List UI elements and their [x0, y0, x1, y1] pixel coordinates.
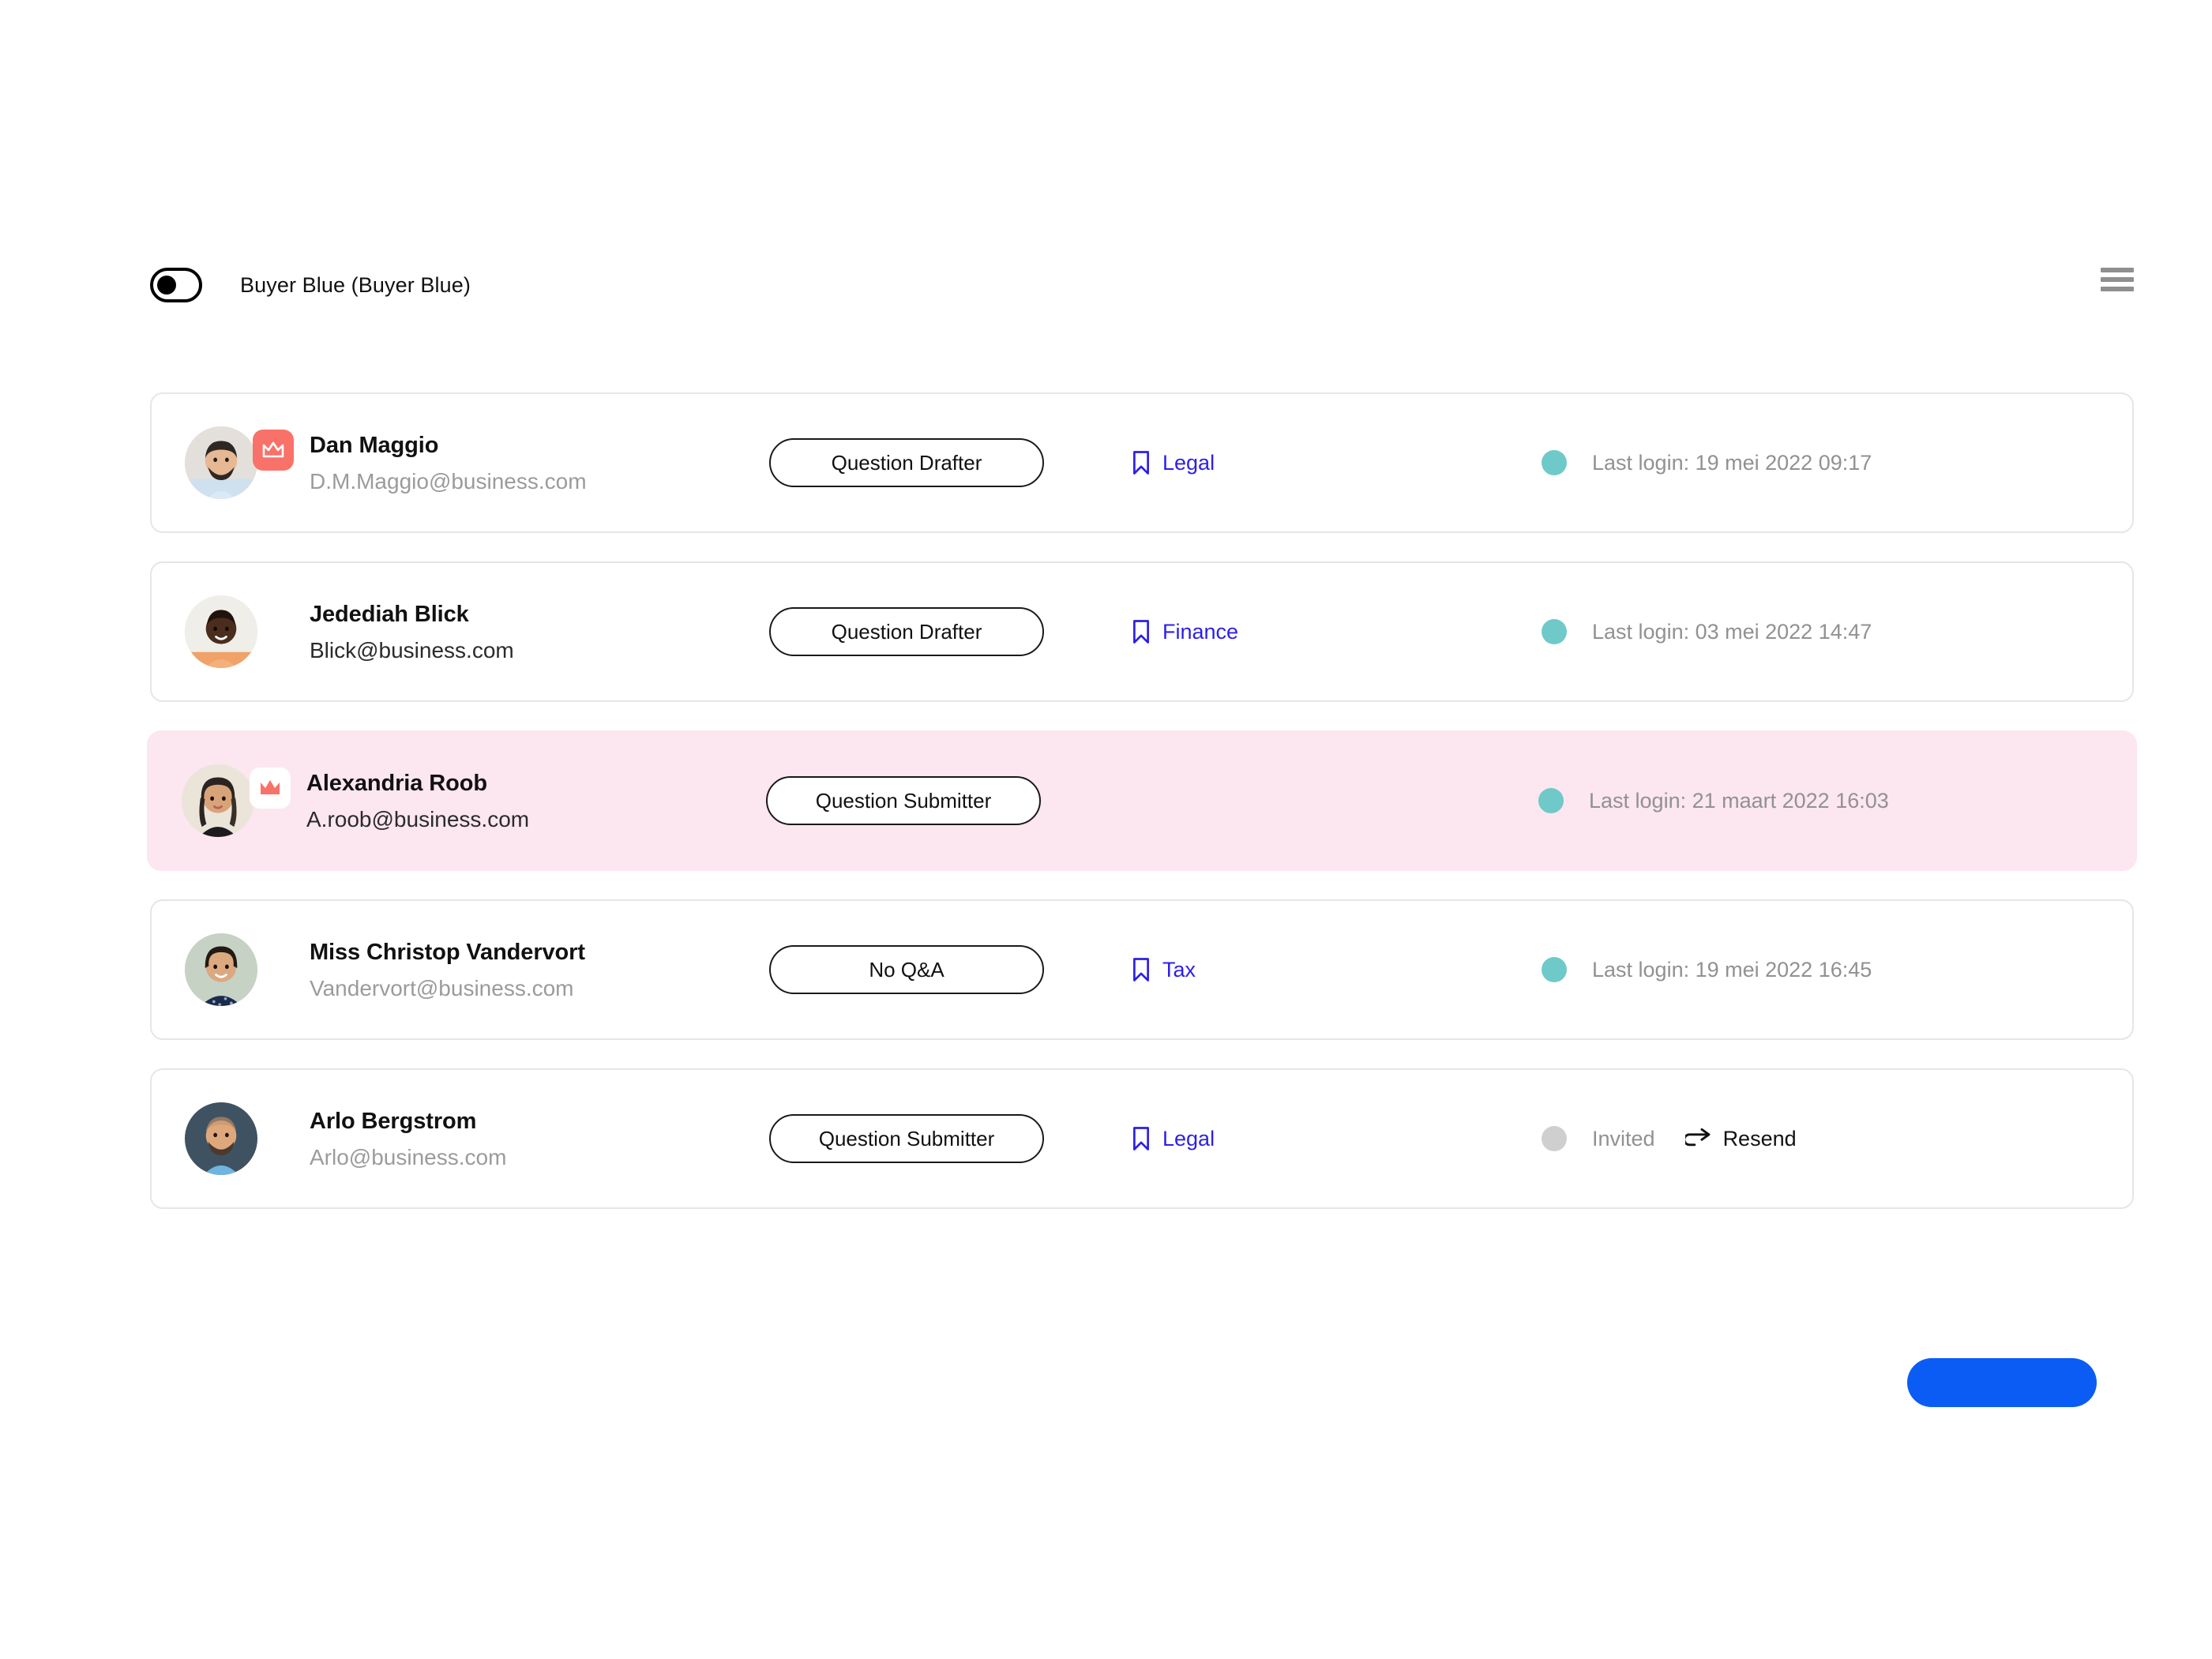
resend-button[interactable]: Resend — [1684, 1126, 1797, 1151]
toggle-knob — [157, 276, 176, 295]
status-text: Last login: 19 mei 2022 16:45 — [1592, 957, 1872, 982]
hamburger-bar — [2101, 287, 2134, 291]
user-email: Vandervort@business.com — [310, 975, 574, 1000]
user-name: Arlo Bergstrom — [310, 1108, 477, 1134]
avatar-wrapper — [185, 595, 257, 668]
status-dot — [1542, 957, 1567, 982]
status-column: Last login: 19 mei 2022 16:45 — [1527, 957, 2099, 982]
user-row[interactable]: Miss Christop Vandervort Vandervort@busin… — [150, 899, 2134, 1040]
user-name-block: Arlo Bergstrom Arlo@business.com — [310, 1107, 506, 1171]
role-pill-button[interactable]: Question Submitter — [766, 776, 1041, 825]
bookmark-icon — [1131, 619, 1151, 644]
status-column: Last login: 21 maart 2022 16:03 — [1524, 788, 2102, 813]
avatar — [185, 426, 257, 499]
role-column: Question Drafter — [769, 607, 1101, 656]
status-dot — [1542, 450, 1567, 475]
user-management-page: Buyer Blue (Buyer Blue) Dan Maggio D.M.Ma… — [0, 0, 2212, 1659]
crown-icon — [250, 768, 291, 809]
status-text: Last login: 03 mei 2022 14:47 — [1592, 619, 1872, 644]
bookmark-icon — [1131, 450, 1151, 475]
user-row[interactable]: Arlo Bergstrom Arlo@business.com Question … — [150, 1068, 2134, 1209]
user-identity: Jedediah Blick Blick@business.com — [185, 595, 769, 668]
tag-chip[interactable]: Tax — [1131, 957, 1196, 982]
user-name: Miss Christop Vandervort — [310, 939, 585, 965]
role-column: Question Drafter — [769, 438, 1101, 487]
hamburger-bar — [2101, 268, 2134, 272]
page-header: Buyer Blue (Buyer Blue) — [150, 257, 2134, 313]
tag-column: Tax — [1101, 957, 1527, 982]
user-row[interactable]: Jedediah Blick Blick@business.com Question… — [150, 561, 2134, 702]
user-list: Dan Maggio D.M.Maggio@business.com Questio… — [147, 392, 2137, 1237]
bookmark-icon — [1131, 957, 1151, 982]
status-dot — [1542, 1126, 1567, 1151]
user-identity: Alexandria Roob A.roob@business.com — [182, 764, 766, 837]
status-column: Invited Resend — [1527, 1126, 2099, 1151]
role-pill-button[interactable]: Question Drafter — [769, 607, 1044, 656]
role-pill-button[interactable]: No Q&A — [769, 945, 1044, 994]
tag-label: Legal — [1162, 1126, 1215, 1150]
avatar-wrapper — [182, 764, 291, 837]
primary-action-button[interactable] — [1907, 1358, 2097, 1407]
user-name-block: Dan Maggio D.M.Maggio@business.com — [310, 431, 587, 495]
status-dot — [1542, 619, 1567, 644]
user-email: Arlo@business.com — [310, 1144, 507, 1169]
role-column: No Q&A — [769, 945, 1101, 994]
status-column: Last login: 03 mei 2022 14:47 — [1527, 619, 2099, 644]
avatar — [182, 764, 254, 837]
user-identity: Dan Maggio D.M.Maggio@business.com — [185, 426, 769, 499]
status-text: Last login: 19 mei 2022 09:17 — [1592, 450, 1872, 475]
tag-label: Tax — [1162, 957, 1196, 982]
user-name: Jedediah Blick — [310, 601, 469, 627]
tag-label: Legal — [1162, 450, 1215, 475]
page-title: Buyer Blue (Buyer Blue) — [240, 272, 471, 297]
resend-icon — [1684, 1128, 1712, 1149]
user-row[interactable]: Dan Maggio D.M.Maggio@business.com Questio… — [150, 392, 2134, 533]
avatar-wrapper — [185, 1102, 257, 1175]
tag-column: Finance — [1101, 619, 1527, 644]
hamburger-menu-icon[interactable] — [2101, 268, 2134, 291]
user-email: Blick@business.com — [310, 637, 514, 662]
hamburger-bar — [2101, 277, 2134, 282]
user-identity: Arlo Bergstrom Arlo@business.com — [185, 1102, 769, 1175]
tag-column: Legal — [1101, 450, 1527, 475]
resend-label: Resend — [1722, 1126, 1797, 1150]
role-column: Question Submitter — [766, 776, 1098, 825]
user-name-block: Alexandria Roob A.roob@business.com — [306, 769, 529, 833]
avatar — [185, 933, 257, 1006]
user-identity: Miss Christop Vandervort Vandervort@busin… — [185, 933, 769, 1006]
role-pill-button[interactable]: Question Drafter — [769, 438, 1044, 487]
user-row[interactable]: Alexandria Roob A.roob@business.com Questi… — [147, 730, 2137, 871]
user-email: D.M.Maggio@business.com — [310, 468, 587, 494]
user-name-block: Jedediah Blick Blick@business.com — [310, 600, 514, 664]
bookmark-icon — [1131, 1126, 1151, 1151]
avatar-wrapper — [185, 426, 294, 499]
tag-label: Finance — [1162, 619, 1239, 644]
tag-chip[interactable]: Legal — [1131, 1126, 1215, 1151]
role-pill-button[interactable]: Question Submitter — [769, 1114, 1044, 1163]
tag-chip[interactable]: Legal — [1131, 450, 1215, 475]
status-text: Invited — [1592, 1126, 1655, 1150]
tag-column: Legal — [1101, 1126, 1527, 1151]
buyer-blue-toggle[interactable] — [150, 268, 202, 302]
avatar-wrapper — [185, 933, 257, 1006]
status-text: Last login: 21 maart 2022 16:03 — [1589, 788, 1889, 813]
user-name: Dan Maggio — [310, 432, 439, 458]
avatar — [185, 595, 257, 668]
status-dot — [1538, 788, 1564, 813]
role-column: Question Submitter — [769, 1114, 1101, 1163]
crown-icon — [253, 430, 294, 471]
user-email: A.roob@business.com — [306, 806, 530, 831]
avatar — [185, 1102, 257, 1175]
status-column: Last login: 19 mei 2022 09:17 — [1527, 450, 2099, 475]
tag-chip[interactable]: Finance — [1131, 619, 1238, 644]
user-name-block: Miss Christop Vandervort Vandervort@busin… — [310, 938, 585, 1002]
user-name: Alexandria Roob — [306, 770, 487, 796]
